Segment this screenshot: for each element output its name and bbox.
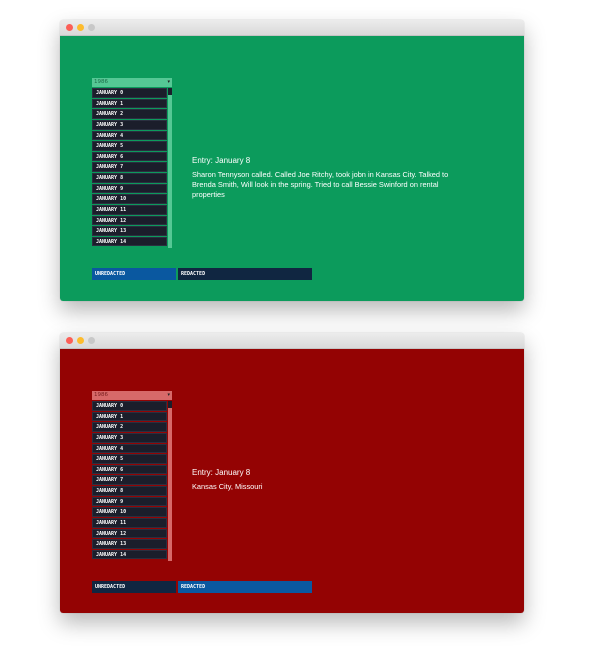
minimize-window-icon[interactable]	[77, 24, 84, 31]
date-list-item[interactable]: JANUARY 13	[92, 539, 167, 549]
date-list-item[interactable]: JANUARY 11	[92, 204, 167, 215]
date-list-item[interactable]: JANUARY 13	[92, 226, 167, 236]
entry-title: Entry: January 8	[192, 468, 251, 477]
maximize-window-icon[interactable]	[88, 337, 95, 344]
date-list: JANUARY 0 JANUARY 1 JANUARY 2 JANUARY 3 JANU…	[92, 401, 167, 560]
entry-title: Entry: January 8	[192, 156, 251, 165]
entry-panel: Entry: January 8 Kansas City, Missouri	[192, 468, 454, 492]
date-list-item[interactable]: JANUARY 2	[92, 109, 167, 119]
date-list-item[interactable]: JANUARY 10	[92, 194, 167, 204]
date-list-item[interactable]: JANUARY 7	[92, 162, 167, 173]
unredacted-button[interactable]: UNREDACTED	[92, 581, 176, 593]
date-list-item[interactable]: JANUARY 9	[92, 183, 167, 194]
date-list-item[interactable]: JANUARY 8	[92, 486, 167, 496]
journal-window-redacted: 1986 ▾ JANUARY 0 JANUARY 1 JANUARY 2 JANUAR…	[60, 333, 524, 613]
close-window-icon[interactable]	[66, 337, 73, 344]
date-list-item[interactable]: JANUARY 9	[92, 496, 167, 507]
date-list-item[interactable]: JANUARY 3	[92, 119, 167, 130]
date-list-item[interactable]: JANUARY 8	[92, 173, 167, 183]
date-list-item[interactable]: JANUARY 10	[92, 507, 167, 517]
year-dropdown[interactable]: 1986 ▾	[92, 78, 172, 87]
date-list-item[interactable]: JANUARY 1	[92, 98, 167, 109]
chevron-down-icon: ▾	[167, 79, 170, 85]
chevron-down-icon: ▾	[167, 392, 170, 398]
entry-body: Kansas City, Missouri	[192, 482, 263, 491]
date-list-item[interactable]: JANUARY 2	[92, 422, 167, 432]
date-list-item[interactable]: JANUARY 4	[92, 130, 167, 141]
date-list-scrollbar[interactable]	[168, 88, 172, 248]
date-list-item[interactable]: JANUARY 6	[92, 151, 167, 162]
date-list-item[interactable]: JANUARY 0	[92, 88, 167, 98]
date-list-item[interactable]: JANUARY 12	[92, 528, 167, 539]
maximize-window-icon[interactable]	[88, 24, 95, 31]
journal-window-unredacted: 1986 ▾ JANUARY 0 JANUARY 1 JANUARY 2 JANUAR…	[60, 20, 524, 301]
title-bar	[60, 20, 524, 36]
close-window-icon[interactable]	[66, 24, 73, 31]
scrollbar-thumb[interactable]	[168, 401, 172, 408]
date-list-item[interactable]: JANUARY 0	[92, 401, 167, 411]
unredacted-button[interactable]: UNREDACTED	[92, 268, 176, 280]
scrollbar-thumb[interactable]	[168, 88, 172, 95]
entry-body: Sharon Tennyson called. Called Joe Ritch…	[192, 170, 449, 199]
date-list: JANUARY 0 JANUARY 1 JANUARY 2 JANUARY 3 JANU…	[92, 88, 167, 247]
date-list-item[interactable]: JANUARY 4	[92, 443, 167, 454]
date-list-item[interactable]: JANUARY 1	[92, 411, 167, 422]
redacted-button[interactable]: REDACTED	[178, 581, 312, 593]
minimize-window-icon[interactable]	[77, 337, 84, 344]
date-list-item[interactable]: JANUARY 5	[92, 454, 167, 464]
year-dropdown[interactable]: 1986 ▾	[92, 391, 172, 400]
date-list-item[interactable]: JANUARY 12	[92, 215, 167, 226]
date-list-item[interactable]: JANUARY 6	[92, 464, 167, 475]
date-list-item[interactable]: JANUARY 14	[92, 236, 167, 247]
date-list-scrollbar[interactable]	[168, 401, 172, 561]
title-bar	[60, 333, 524, 349]
entry-panel: Entry: January 8 Sharon Tennyson called.…	[192, 156, 454, 200]
date-list-item[interactable]: JANUARY 11	[92, 517, 167, 528]
date-list-item[interactable]: JANUARY 7	[92, 475, 167, 486]
date-list-item[interactable]: JANUARY 14	[92, 549, 167, 560]
redacted-button[interactable]: REDACTED	[178, 268, 312, 280]
year-dropdown-value: 1986	[94, 79, 108, 85]
year-dropdown-value: 1986	[94, 392, 108, 398]
date-list-item[interactable]: JANUARY 5	[92, 141, 167, 151]
window-content: 1986 ▾ JANUARY 0 JANUARY 1 JANUARY 2 JANUAR…	[60, 36, 524, 301]
window-content: 1986 ▾ JANUARY 0 JANUARY 1 JANUARY 2 JANUAR…	[60, 349, 524, 613]
date-list-item[interactable]: JANUARY 3	[92, 432, 167, 443]
